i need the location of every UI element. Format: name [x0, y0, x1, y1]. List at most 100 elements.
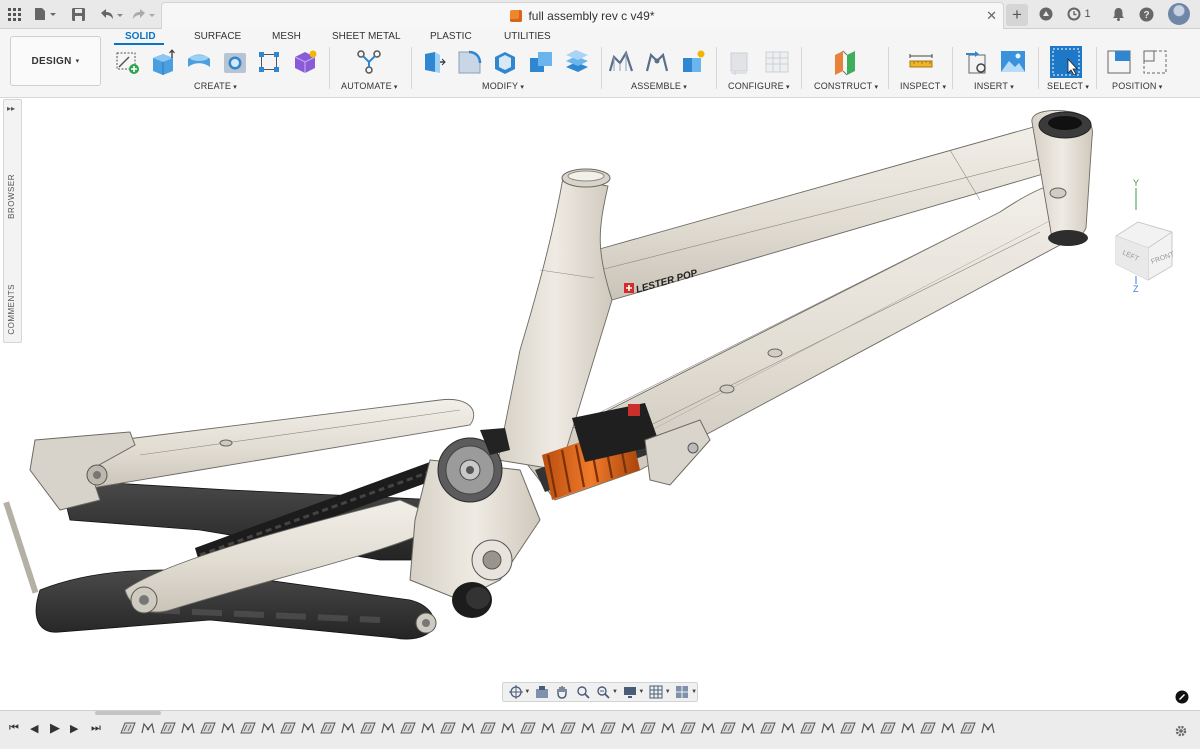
extrude-icon[interactable]: [150, 49, 176, 75]
group-create[interactable]: CREATE: [194, 81, 237, 91]
timeline-feature-icon[interactable]: [640, 721, 656, 735]
skip-to-end-icon[interactable]: ⏭: [91, 722, 101, 735]
shell-icon[interactable]: [492, 49, 518, 75]
app-grid-icon[interactable]: [6, 4, 22, 24]
create-sketch-icon[interactable]: [114, 49, 140, 75]
tab-mesh[interactable]: MESH: [272, 31, 301, 42]
chevron-down-icon[interactable]: ▼: [691, 689, 697, 695]
chevron-down-icon[interactable]: ▼: [612, 689, 618, 695]
timeline-feature-icon[interactable]: [400, 721, 416, 735]
joint-icon[interactable]: [644, 49, 670, 75]
group-insert[interactable]: INSERT: [974, 81, 1014, 91]
create-form-icon[interactable]: [292, 49, 318, 75]
chevron-down-icon[interactable]: ▼: [524, 689, 530, 695]
group-inspect[interactable]: INSPECT: [900, 81, 946, 91]
revolve-icon[interactable]: [186, 49, 212, 75]
tab-solid[interactable]: SOLID: [125, 31, 156, 42]
timeline-feature-icon[interactable]: [720, 721, 736, 735]
timeline-feature-icon[interactable]: [220, 721, 236, 735]
play-icon[interactable]: ▶: [50, 720, 60, 736]
look-at-icon[interactable]: [533, 684, 550, 700]
timeline-feature-icon[interactable]: [960, 721, 976, 735]
measure-icon[interactable]: [908, 49, 934, 75]
timeline-feature-icon[interactable]: [680, 721, 696, 735]
timeline-feature-icon[interactable]: [840, 721, 856, 735]
timeline-feature-icon[interactable]: [560, 721, 576, 735]
timeline-feature-icon[interactable]: [120, 721, 136, 735]
rear-axle[interactable]: [3, 501, 39, 594]
plus-icon[interactable]: +: [1006, 4, 1028, 26]
insert-derive-icon[interactable]: [964, 49, 990, 75]
timeline-feature-icon[interactable]: [780, 721, 796, 735]
insert-canvas-icon[interactable]: [1000, 49, 1026, 75]
timeline-feature-icon[interactable]: [140, 721, 156, 735]
timeline-scrollbar[interactable]: [95, 711, 161, 715]
chevron-down-icon[interactable]: ▼: [665, 689, 671, 695]
view-cube[interactable]: Y LEFT FRONT Z: [1108, 176, 1180, 296]
graphics-canvas[interactable]: LESTER POP Y LEFT FRONT Z: [0, 98, 1200, 710]
hole-icon[interactable]: [222, 49, 248, 75]
timeline-feature-icon[interactable]: [820, 721, 836, 735]
timeline-feature-icon[interactable]: [440, 721, 456, 735]
automate-icon[interactable]: [356, 49, 382, 75]
press-pull-icon[interactable]: [420, 49, 446, 75]
timeline-feature-icon[interactable]: [320, 721, 336, 735]
offset-plane-icon[interactable]: [832, 49, 858, 75]
help-icon[interactable]: ?: [1138, 4, 1154, 24]
undo-icon[interactable]: [98, 4, 124, 24]
timeline-feature-icon[interactable]: [880, 721, 896, 735]
timeline-feature-icon[interactable]: [280, 721, 296, 735]
new-component-icon[interactable]: [608, 49, 634, 75]
comment-pin-icon[interactable]: [1175, 690, 1189, 704]
file-icon[interactable]: [33, 4, 57, 24]
zoom-window-icon[interactable]: [574, 684, 591, 700]
tab-sheet-metal[interactable]: SHEET METAL: [332, 31, 401, 42]
group-configure[interactable]: CONFIGURE: [728, 81, 790, 91]
timeline-feature-icon[interactable]: [600, 721, 616, 735]
timeline-feature-icon[interactable]: [540, 721, 556, 735]
grid-settings-icon[interactable]: [647, 684, 664, 700]
timeline-feature-icon[interactable]: [420, 721, 436, 735]
bike-frame-model[interactable]: LESTER POP: [0, 98, 1200, 710]
timeline-feature-icon[interactable]: [740, 721, 756, 735]
comments-panel-tab[interactable]: COMMENTS: [7, 284, 16, 335]
offset-face-icon[interactable]: [564, 49, 590, 75]
timeline-feature-icon[interactable]: [660, 721, 676, 735]
job-status[interactable]: 1: [1066, 4, 1092, 24]
bell-icon[interactable]: [1110, 4, 1126, 24]
timeline-feature-icon[interactable]: [760, 721, 776, 735]
timeline-feature-icon[interactable]: [380, 721, 396, 735]
select-icon[interactable]: [1050, 46, 1082, 78]
fillet-icon[interactable]: [456, 49, 482, 75]
zoom-icon[interactable]: [595, 684, 612, 700]
timeline-feature-icon[interactable]: [580, 721, 596, 735]
timeline-feature-icon[interactable]: [480, 721, 496, 735]
timeline-feature-icon[interactable]: [360, 721, 376, 735]
timeline-feature-icon[interactable]: [500, 721, 516, 735]
timeline-feature-icon[interactable]: [340, 721, 356, 735]
timeline-feature-icon[interactable]: [240, 721, 256, 735]
timeline-feature-icon[interactable]: [700, 721, 716, 735]
group-select[interactable]: SELECT: [1047, 81, 1089, 91]
group-construct[interactable]: CONSTRUCT: [814, 81, 878, 91]
document-tab[interactable]: full assembly rev c v49* ✕: [161, 2, 1004, 29]
avatar-icon[interactable]: [1168, 3, 1190, 25]
timeline-feature-icon[interactable]: [860, 721, 876, 735]
display-settings-icon[interactable]: [621, 684, 638, 700]
group-position[interactable]: POSITION: [1112, 81, 1162, 91]
group-modify[interactable]: MODIFY: [482, 81, 524, 91]
timeline-feature-icon[interactable]: [300, 721, 316, 735]
chevron-down-icon[interactable]: ▼: [638, 689, 644, 695]
timeline-feature-icon[interactable]: [160, 721, 176, 735]
timeline-feature-icon[interactable]: [520, 721, 536, 735]
close-icon[interactable]: ✕: [986, 8, 997, 24]
combine-icon[interactable]: [528, 49, 554, 75]
tab-surface[interactable]: SURFACE: [194, 31, 241, 42]
browser-panel-tab[interactable]: BROWSER: [7, 174, 16, 219]
timeline-feature-icon[interactable]: [460, 721, 476, 735]
timeline-feature-icon[interactable]: [260, 721, 276, 735]
extensions-icon[interactable]: [1038, 4, 1054, 24]
timeline-feature-icon[interactable]: [900, 721, 916, 735]
revert-position-icon[interactable]: [1142, 49, 1168, 75]
step-back-icon[interactable]: ◀: [30, 722, 38, 735]
